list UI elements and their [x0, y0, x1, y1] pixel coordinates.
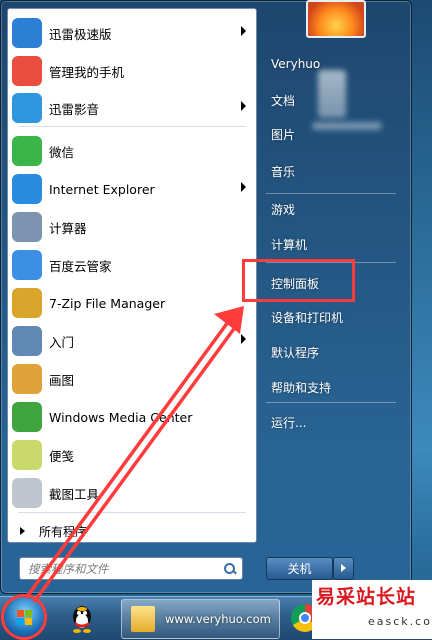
program-label: 微信	[49, 144, 75, 160]
media-center-icon	[12, 402, 42, 432]
sticky-notes-icon	[12, 440, 42, 470]
blurred-user-picture	[318, 70, 346, 118]
program-label: 7-Zip File Manager	[49, 295, 166, 311]
right-menu-item[interactable]: 音乐	[271, 163, 295, 180]
program-item[interactable]: Windows Media Center	[8, 399, 254, 435]
snipping-tool-icon	[12, 478, 42, 508]
submenu-arrow-icon	[241, 334, 246, 344]
right-menu-item[interactable]: 默认程序	[271, 344, 319, 361]
watermark-english: easck.com	[368, 615, 432, 628]
search-icon[interactable]	[224, 562, 236, 575]
watermark-chinese: 易采站长站	[316, 586, 417, 608]
program-item[interactable]: 迅雷极速版	[8, 15, 254, 51]
watermark: 易采站长站 easck.com	[312, 580, 432, 639]
right-menu-item[interactable]: 帮助和支持	[271, 379, 331, 396]
program-item[interactable]: 微信	[8, 133, 254, 169]
program-item[interactable]: 迅雷影音	[8, 90, 254, 126]
separator	[18, 512, 246, 513]
search-placeholder: 搜索程序和文件	[28, 561, 109, 576]
program-label: 计算器	[49, 220, 87, 236]
right-menu-item[interactable]: Veryhuo	[271, 57, 320, 71]
program-label: 画图	[49, 372, 75, 388]
submenu-arrow-icon	[241, 26, 246, 36]
program-label: 迅雷极速版	[49, 26, 112, 42]
baidu-cloud-icon	[12, 250, 42, 280]
program-label: Internet Explorer	[49, 181, 155, 197]
right-separator	[266, 193, 396, 194]
program-label: 截图工具	[49, 486, 100, 502]
programs-pane: 所有程序 迅雷极速版管理我的手机 迅雷影音微信 Internet Explorer 计…	[7, 8, 257, 543]
calculator-icon	[12, 212, 42, 242]
right-menu-item[interactable]: 设备和打印机	[271, 309, 343, 326]
program-item[interactable]: 7-Zip File Manager	[8, 285, 254, 321]
program-item[interactable]: 计算器	[8, 209, 254, 245]
thunder-player-icon	[12, 93, 42, 123]
taskbar-window-title: www.veryhuo.com	[165, 612, 271, 626]
program-label: 百度云管家	[49, 258, 112, 274]
start-button-highlight-circle	[1, 594, 47, 640]
program-item[interactable]: 便笺	[8, 437, 254, 473]
qq-icon[interactable]	[66, 603, 98, 635]
internet-explorer-icon	[12, 174, 42, 204]
submenu-arrow-icon	[241, 101, 246, 111]
program-label: 管理我的手机	[49, 64, 125, 80]
right-menu-item[interactable]: 文档	[271, 92, 295, 109]
program-label: 便笺	[49, 448, 75, 464]
program-item[interactable]: 入门	[8, 323, 254, 359]
right-menu-item[interactable]: 运行...	[271, 414, 306, 431]
thunder-express-icon	[12, 18, 42, 48]
program-item[interactable]: Internet Explorer	[8, 171, 254, 207]
program-item[interactable]: 画图	[8, 361, 254, 397]
getting-started-icon	[12, 326, 42, 356]
taskbar-explorer-window[interactable]: www.veryhuo.com	[121, 599, 280, 639]
program-item[interactable]: 百度云管家	[8, 247, 254, 283]
all-programs-button[interactable]: 所有程序	[8, 521, 254, 541]
7zip-icon	[12, 288, 42, 318]
phone-manager-icon	[12, 56, 42, 86]
wechat-icon	[12, 136, 42, 166]
user-avatar[interactable]	[306, 0, 366, 38]
expand-arrow-icon	[20, 527, 25, 535]
control-panel-highlight-box	[242, 259, 355, 302]
program-item[interactable]: 截图工具	[8, 475, 254, 511]
program-item[interactable]: 管理我的手机	[8, 53, 254, 89]
paint-icon	[12, 364, 42, 394]
search-box[interactable]: 搜索程序和文件	[19, 557, 243, 580]
right-separator	[266, 402, 396, 403]
shutdown-button[interactable]: 关机	[266, 557, 333, 580]
submenu-arrow-icon	[241, 182, 246, 192]
right-menu-item[interactable]: 游戏	[271, 201, 295, 218]
separator	[18, 126, 246, 127]
blurred-text	[312, 122, 382, 130]
all-programs-label: 所有程序	[39, 524, 88, 539]
program-label: 迅雷影音	[49, 101, 100, 117]
shutdown-options-arrow[interactable]	[333, 557, 354, 580]
right-menu-item[interactable]: 图片	[271, 126, 295, 143]
shutdown-label: 关机	[287, 562, 312, 576]
right-menu-item[interactable]: 计算机	[271, 236, 307, 253]
folder-icon	[131, 606, 155, 632]
program-label: Windows Media Center	[49, 409, 193, 425]
program-label: 入门	[49, 334, 75, 350]
